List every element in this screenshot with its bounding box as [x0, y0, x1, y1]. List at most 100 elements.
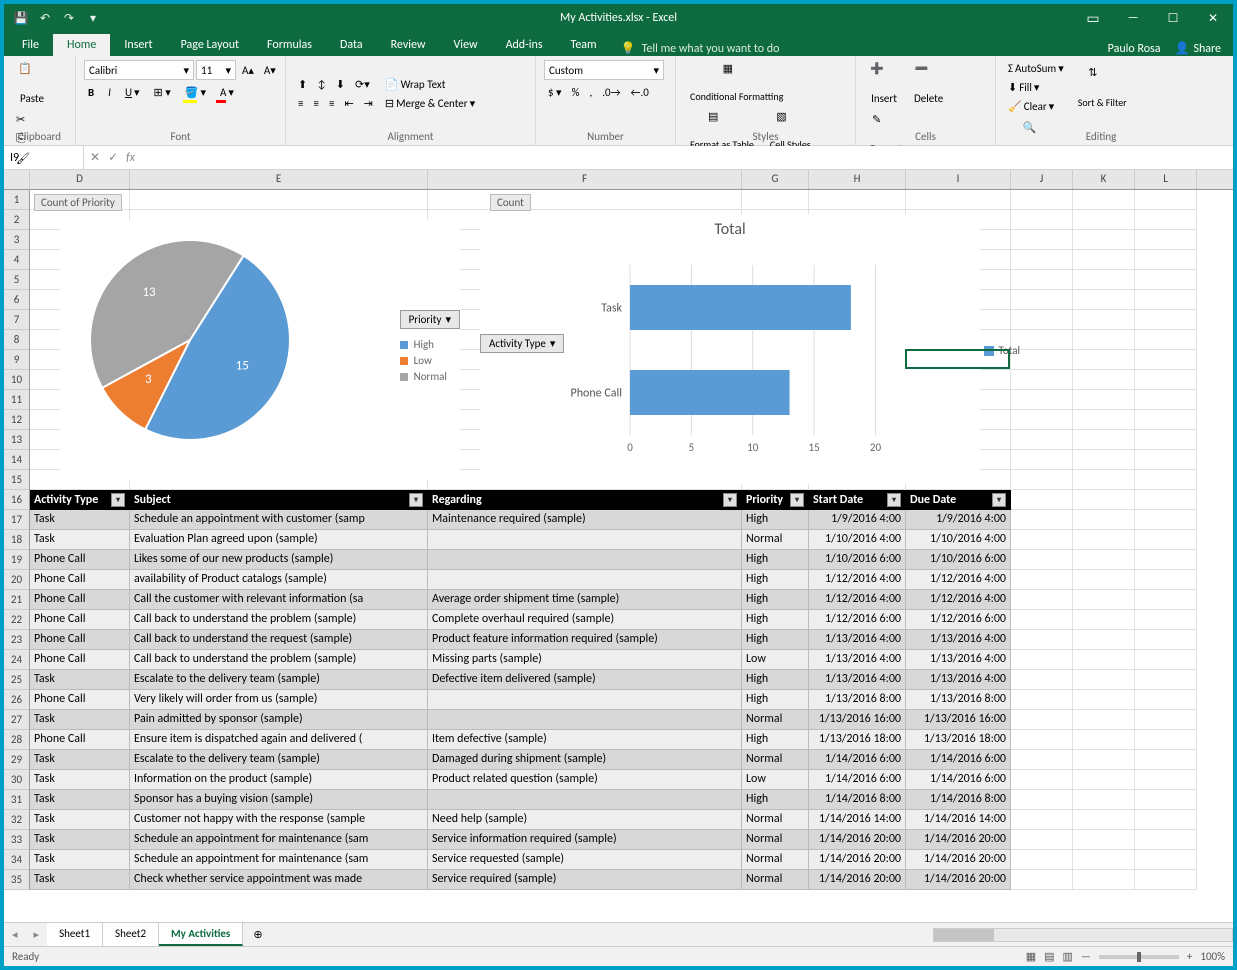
table-cell[interactable]: 1/14/2016 6:00: [906, 770, 1011, 790]
increase-font-icon[interactable]: A▴: [238, 60, 258, 80]
table-cell[interactable]: Service information required (sample): [428, 830, 742, 850]
row-header-19[interactable]: 19: [4, 550, 29, 570]
italic-button[interactable]: I: [104, 84, 115, 101]
bold-button[interactable]: B: [84, 84, 98, 101]
column-header-E[interactable]: E: [130, 170, 428, 189]
table-cell[interactable]: 1/14/2016 20:00: [809, 850, 906, 870]
row-header-24[interactable]: 24: [4, 650, 29, 670]
table-cell[interactable]: Normal: [742, 530, 809, 550]
table-cell[interactable]: Information on the product (sample): [130, 770, 428, 790]
table-cell[interactable]: 1/13/2016 18:00: [906, 730, 1011, 750]
row-header-6[interactable]: 6: [4, 290, 29, 310]
sheet-tab-my-activities[interactable]: My Activities: [159, 923, 243, 946]
table-cell[interactable]: Escalate to the delivery team (sample): [130, 750, 428, 770]
table-cell[interactable]: 1/10/2016 4:00: [906, 530, 1011, 550]
pie-chart[interactable]: 15313 Priority ▾ HighLowNormal: [60, 220, 460, 480]
table-cell[interactable]: Phone Call: [30, 570, 130, 590]
table-cell[interactable]: High: [742, 590, 809, 610]
table-cell[interactable]: 1/10/2016 6:00: [906, 550, 1011, 570]
table-header-due-date[interactable]: Due Date▾: [906, 490, 1011, 510]
row-header-8[interactable]: 8: [4, 330, 29, 350]
close-icon[interactable]: ✕: [1193, 4, 1233, 32]
column-header-K[interactable]: K: [1073, 170, 1135, 189]
table-cell[interactable]: 1/12/2016 4:00: [906, 590, 1011, 610]
table-cell[interactable]: Schedule an appointment with customer (s…: [130, 510, 428, 530]
table-cell[interactable]: 1/12/2016 6:00: [906, 610, 1011, 630]
decrease-decimal-icon[interactable]: ←.0: [627, 84, 653, 101]
column-header-I[interactable]: I: [906, 170, 1011, 189]
table-cell[interactable]: 1/12/2016 4:00: [809, 570, 906, 590]
table-row[interactable]: TaskCheck whether service appointment wa…: [30, 870, 1011, 890]
table-cell[interactable]: 1/13/2016 4:00: [906, 670, 1011, 690]
font-size-select[interactable]: 11▾: [196, 60, 236, 80]
border-button[interactable]: ⊞ ▾: [150, 84, 175, 101]
table-cell[interactable]: 1/10/2016 6:00: [809, 550, 906, 570]
table-cell[interactable]: Pain admitted by sponsor (sample): [130, 710, 428, 730]
qat-customize-icon[interactable]: ▾: [84, 9, 102, 27]
pivot-count-priority-label[interactable]: Count of Priority: [34, 194, 122, 211]
column-header-J[interactable]: J: [1011, 170, 1073, 189]
name-box[interactable]: I9: [4, 146, 84, 169]
maximize-icon[interactable]: ☐: [1153, 4, 1193, 32]
row-header-23[interactable]: 23: [4, 630, 29, 650]
tab-team[interactable]: Team: [557, 34, 611, 56]
table-cell[interactable]: 1/14/2016 6:00: [906, 750, 1011, 770]
filter-arrow-icon[interactable]: ▾: [992, 493, 1006, 507]
row-header-3[interactable]: 3: [4, 230, 29, 250]
orientation-icon[interactable]: ⟳▾: [351, 76, 374, 93]
filter-arrow-icon[interactable]: ▾: [409, 493, 423, 507]
row-header-29[interactable]: 29: [4, 750, 29, 770]
priority-slicer-button[interactable]: Priority ▾: [400, 310, 460, 329]
table-cell[interactable]: Check whether service appointment was ma…: [130, 870, 428, 890]
font-color-button[interactable]: A ▾: [216, 84, 238, 101]
table-cell[interactable]: 1/14/2016 6:00: [809, 750, 906, 770]
table-cell[interactable]: Phone Call: [30, 690, 130, 710]
decrease-indent-icon[interactable]: ⇤: [340, 95, 357, 112]
table-header-subject[interactable]: Subject▾: [130, 490, 428, 510]
filter-arrow-icon[interactable]: ▾: [111, 493, 125, 507]
tab-review[interactable]: Review: [377, 34, 440, 56]
table-cell[interactable]: Evaluation Plan agreed upon (sample): [130, 530, 428, 550]
view-normal-icon[interactable]: ▦: [1026, 950, 1036, 963]
table-cell[interactable]: High: [742, 730, 809, 750]
table-cell[interactable]: Phone Call: [30, 550, 130, 570]
table-cell[interactable]: High: [742, 690, 809, 710]
table-cell[interactable]: Task: [30, 510, 130, 530]
pivot-count-label[interactable]: Count: [490, 194, 531, 211]
row-header-28[interactable]: 28: [4, 730, 29, 750]
percent-icon[interactable]: %: [568, 84, 584, 101]
font-name-select[interactable]: Calibri▾: [84, 60, 194, 80]
tell-me[interactable]: 💡 Tell me what you want to do: [621, 41, 780, 56]
clear-button[interactable]: 🧹 Clear ▾: [1004, 98, 1068, 115]
decrease-font-icon[interactable]: A▾: [260, 60, 280, 80]
formula-input[interactable]: [141, 146, 1233, 169]
fill-color-button[interactable]: 🪣 ▾: [181, 84, 210, 101]
worksheet-grid[interactable]: 1234567891011121314151617181920212223242…: [4, 170, 1233, 922]
tab-data[interactable]: Data: [326, 34, 377, 56]
table-cell[interactable]: 1/14/2016 20:00: [906, 850, 1011, 870]
table-cell[interactable]: High: [742, 550, 809, 570]
align-left-icon[interactable]: ≡: [294, 95, 307, 112]
zoom-in-icon[interactable]: +: [1187, 950, 1192, 963]
table-row[interactable]: TaskEvaluation Plan agreed upon (sample)…: [30, 530, 1011, 550]
zoom-slider[interactable]: [1099, 955, 1179, 959]
row-header-13[interactable]: 13: [4, 430, 29, 450]
table-cell[interactable]: Normal: [742, 850, 809, 870]
table-cell[interactable]: High: [742, 670, 809, 690]
table-cell[interactable]: 1/13/2016 8:00: [809, 690, 906, 710]
activities-table[interactable]: Activity Type▾Subject▾Regarding▾Priority…: [30, 490, 1011, 890]
table-cell[interactable]: Likes some of our new products (sample): [130, 550, 428, 570]
table-cell[interactable]: [428, 530, 742, 550]
table-row[interactable]: Phone CallEnsure item is dispatched agai…: [30, 730, 1011, 750]
table-row[interactable]: TaskSponsor has a buying vision (sample)…: [30, 790, 1011, 810]
filter-arrow-icon[interactable]: ▾: [790, 493, 804, 507]
row-header-16[interactable]: 16: [4, 490, 29, 510]
row-header-33[interactable]: 33: [4, 830, 29, 850]
table-cell[interactable]: availability of Product catalogs (sample…: [130, 570, 428, 590]
table-cell[interactable]: Very likely will order from us (sample): [130, 690, 428, 710]
table-cell[interactable]: 1/12/2016 4:00: [809, 590, 906, 610]
row-header-9[interactable]: 9: [4, 350, 29, 370]
tab-home[interactable]: Home: [53, 34, 110, 56]
delete-cells-button[interactable]: ➖Delete: [908, 60, 949, 107]
number-format-select[interactable]: Custom▾: [544, 60, 664, 80]
